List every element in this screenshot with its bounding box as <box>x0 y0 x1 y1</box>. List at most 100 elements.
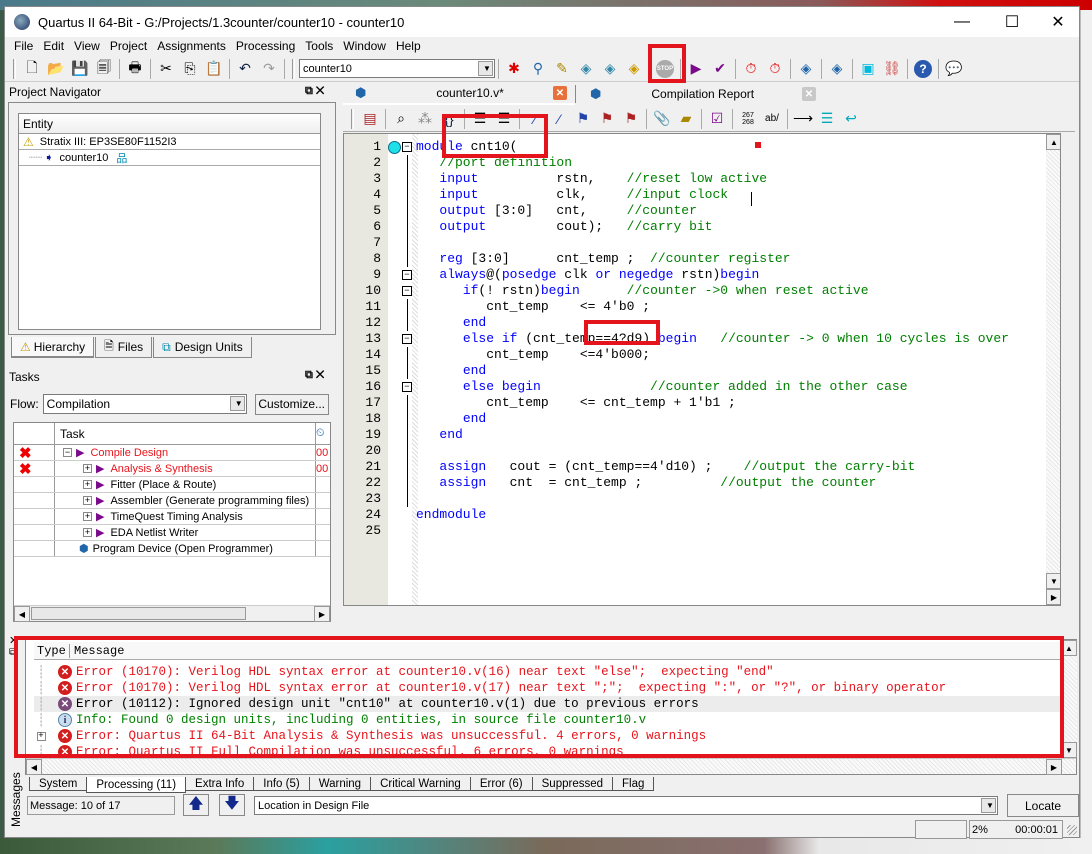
assignment-editor-icon[interactable]: ⚲ <box>527 58 549 80</box>
programmer-icon[interactable]: ◈ <box>826 58 848 80</box>
toolbar-grip[interactable] <box>13 58 16 79</box>
menu-tools[interactable]: Tools <box>300 39 338 53</box>
chip-planner-icon[interactable]: ✱ <box>503 58 525 80</box>
customize-button[interactable]: Customize... <box>254 393 329 415</box>
tab-compilation-report[interactable]: ⬢ Compilation Report ✕ <box>576 83 826 105</box>
chevron-down-icon[interactable]: ▼ <box>478 61 493 76</box>
scroll-icon[interactable]: ▰ <box>675 108 697 130</box>
message-tab-info[interactable]: Info (5) <box>253 777 310 791</box>
flow-select[interactable]: Compilation ▼ <box>42 394 247 414</box>
toolbar-grip[interactable] <box>292 58 295 79</box>
word-wrap-icon[interactable]: ☰ <box>816 108 838 130</box>
message-row[interactable]: ┊ i Info: Found 0 design units, including … <box>34 712 1060 728</box>
code-editor[interactable]: 1− module cnt10(2 //port definition 3 inpu… <box>343 133 1061 606</box>
close-tab-icon[interactable]: ✕ <box>553 86 567 100</box>
entity-combo[interactable]: counter10 ▼ <box>299 59 495 78</box>
code-line[interactable]: 24 endmodule <box>344 507 1060 523</box>
programmer-icon[interactable]: ⬢ <box>79 542 89 555</box>
chevron-down-icon[interactable]: ▼ <box>229 396 245 411</box>
start-task-icon[interactable]: ▶ <box>96 494 104 507</box>
messages-horizontal-scrollbar[interactable]: ◀ ▶ <box>26 758 1076 775</box>
code-line[interactable]: 25 <box>344 523 1060 539</box>
unindent-icon[interactable]: ☰ <box>493 108 515 130</box>
help-icon[interactable]: ? <box>912 58 934 80</box>
menu-edit[interactable]: Edit <box>38 39 69 53</box>
print-icon[interactable]: 🖶 <box>124 58 146 80</box>
code-line[interactable]: 19 end <box>344 427 1060 443</box>
menu-processing[interactable]: Processing <box>231 39 300 53</box>
clear-bookmarks-icon[interactable]: ⚑ <box>620 108 642 130</box>
code-line[interactable]: 1 − module cnt10( <box>344 139 1060 155</box>
next-bookmark-icon[interactable]: ⚑ <box>596 108 618 130</box>
code-line[interactable]: 5 output [3:0] cnt, //counter <box>344 203 1060 219</box>
type-column-header[interactable]: Type <box>34 643 70 658</box>
open-folder-icon[interactable]: 📂 <box>45 58 67 80</box>
message-tab-suppressed[interactable]: Suppressed <box>531 777 614 791</box>
expand-icon[interactable]: + <box>83 464 92 473</box>
spell-check-icon[interactable]: ab/ <box>761 108 783 130</box>
resize-grip[interactable] <box>1067 825 1077 835</box>
tab-hierarchy[interactable]: ⚠ Hierarchy <box>11 337 95 358</box>
code-line[interactable]: 20 <box>344 443 1060 459</box>
bookmark-circle-icon[interactable] <box>388 141 401 154</box>
start-task-icon[interactable]: ▶ <box>96 510 104 523</box>
tab-files[interactable]: 🗎 Files <box>95 337 153 358</box>
uncomment-icon[interactable]: ⁄ <box>548 108 570 130</box>
paste-icon[interactable]: 📋 <box>203 58 225 80</box>
start-task-icon[interactable]: ▶ <box>96 462 104 475</box>
message-tab-error[interactable]: Error (6) <box>469 777 533 791</box>
code-line[interactable]: 11 cnt_temp <= 4'b0 ; <box>344 299 1060 315</box>
code-line[interactable]: 18 end <box>344 411 1060 427</box>
code-line[interactable]: 16 − else begin //counter added in the ot… <box>344 379 1060 395</box>
message-row[interactable]: ┊ ✕ Error (10170): Verilog HDL syntax erro… <box>34 680 1060 696</box>
message-tab-flag[interactable]: Flag <box>612 777 655 791</box>
locate-button[interactable]: Locate <box>1007 794 1079 817</box>
code-line[interactable]: 10 − if(! rstn)begin //counter ->0 when r… <box>344 283 1060 299</box>
message-tab-warning[interactable]: Warning <box>308 777 372 791</box>
find-icon[interactable]: ⌕ <box>390 108 412 130</box>
message-tab-critical-warning[interactable]: Critical Warning <box>370 777 471 791</box>
scroll-right-icon[interactable]: ▶ <box>1046 759 1062 775</box>
maximize-button[interactable]: ☐ <box>989 7 1035 37</box>
chevron-down-icon[interactable]: ▼ <box>981 798 996 813</box>
compilation-report-icon[interactable]: ◈ <box>795 58 817 80</box>
code-line[interactable]: 6 output cout); //carry bit <box>344 219 1060 235</box>
task-row[interactable]: ⬢ Program Device (Open Programmer) <box>14 541 330 557</box>
expand-icon[interactable]: + <box>83 528 92 537</box>
check-syntax-icon[interactable]: ☑ <box>706 108 728 130</box>
scroll-up-icon[interactable]: ▲ <box>1061 640 1077 656</box>
code-line[interactable]: 4 input clk, //input clock <box>344 187 1060 203</box>
fold-collapse-icon[interactable]: − <box>402 142 412 152</box>
task-column-header[interactable]: Task <box>55 423 316 444</box>
code-line[interactable]: 2 //port definition <box>344 155 1060 171</box>
tab-counter10-v[interactable]: ⬢ counter10.v* ✕ <box>343 83 575 105</box>
collapse-icon[interactable]: − <box>63 448 72 457</box>
expand-icon[interactable]: + <box>83 480 92 489</box>
design-partition-icon[interactable]: ◈ <box>599 58 621 80</box>
task-row[interactable]: + ▶ Fitter (Place & Route) <box>14 477 330 493</box>
code-line[interactable]: 15 end <box>344 363 1060 379</box>
menu-assignments[interactable]: Assignments <box>152 39 231 53</box>
pin-planner-icon[interactable]: ✎ <box>551 58 573 80</box>
code-line[interactable]: 12 end <box>344 315 1060 331</box>
rtl-viewer-icon[interactable]: ▣ <box>857 58 879 80</box>
previous-message-button[interactable]: 🡅 <box>183 794 209 816</box>
scroll-left-icon[interactable]: ◀ <box>14 606 30 622</box>
scroll-up-icon[interactable]: ▲ <box>1046 134 1060 150</box>
redo-icon[interactable]: ↷ <box>258 58 280 80</box>
netlist-viewer-icon[interactable]: ⛓ <box>881 58 903 80</box>
menu-window[interactable]: Window <box>338 39 391 53</box>
fold-collapse-icon[interactable]: − <box>402 270 412 280</box>
code-line[interactable]: 22 assign cnt = cnt_temp ; //output the … <box>344 475 1060 491</box>
minimize-button[interactable]: — <box>939 7 985 37</box>
new-file-icon[interactable]: 🗋 <box>21 58 43 80</box>
show-whitespace-icon[interactable]: ⟶ <box>792 108 814 130</box>
close-panel-icon[interactable]: ✕ <box>316 369 324 381</box>
tasks-horizontal-scrollbar[interactable]: ◀ ▶ <box>14 605 330 622</box>
message-row[interactable]: ┊ ✕ Error (10112): Ignored design unit "cn… <box>34 696 1060 712</box>
close-tab-icon[interactable]: ✕ <box>802 87 816 101</box>
messages-float-icon[interactable]: ⧉ <box>9 647 16 658</box>
messages-close-icon[interactable]: ✕ <box>9 634 18 647</box>
scroll-down-icon[interactable]: ▼ <box>1061 742 1077 758</box>
toggle-bookmark-icon[interactable]: ⚑ <box>572 108 594 130</box>
